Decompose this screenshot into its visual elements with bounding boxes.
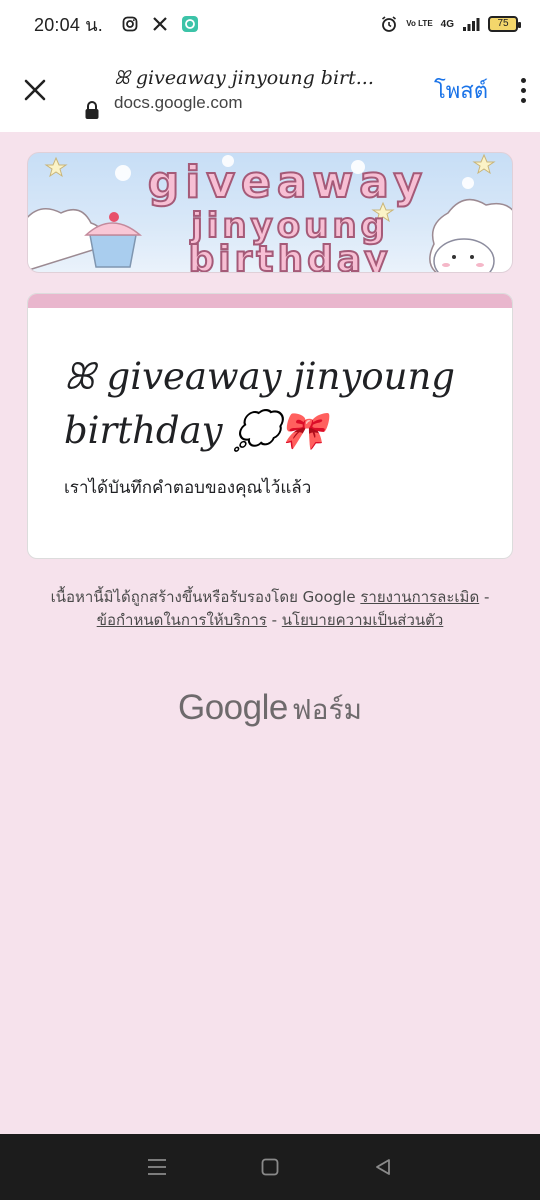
x-icon: [151, 15, 169, 33]
terms-link[interactable]: ข้อกำหนดในการให้บริการ: [97, 611, 267, 629]
app-icon: [181, 15, 199, 33]
form-title: ꕤ giveaway jinyoung birthday 💭🎀: [64, 355, 455, 452]
banner-line-3: birthday: [188, 239, 391, 273]
close-icon: [24, 79, 46, 101]
report-abuse-link[interactable]: รายงานการละเมิด: [360, 588, 479, 606]
close-button[interactable]: [0, 48, 70, 132]
google-forms-logo[interactable]: Google ฟอร์ม: [0, 688, 540, 732]
browser-header: ꕤ giveaway jinyoung birt... docs.google.…: [0, 48, 540, 132]
home-icon: [261, 1158, 279, 1176]
recents-icon: [147, 1159, 166, 1175]
form-banner-image: giveaway jinyoung birthday: [27, 152, 513, 273]
status-bar: 20:04 น. Vo LTE 4G 75: [0, 0, 540, 48]
home-button[interactable]: [258, 1155, 282, 1179]
confirmation-message: เราได้บันทึกคำตอบของคุณไว้แล้ว: [64, 478, 312, 498]
separator: -: [479, 588, 490, 606]
volte-indicator: Vo LTE: [406, 19, 433, 28]
lock-icon: [85, 101, 99, 119]
system-nav-bar: [0, 1134, 540, 1200]
notification-icons: [121, 15, 199, 33]
alarm-icon: [380, 15, 398, 33]
form-card: ꕤ giveaway jinyoung birthday 💭🎀 เราได้บั…: [27, 293, 513, 559]
page-title: ꕤ giveaway jinyoung birt...: [114, 67, 374, 89]
privacy-link[interactable]: นโยบายความเป็นส่วนตัว: [282, 611, 444, 629]
disclaimer-text: เนื้อหานี้มิได้ถูกสร้างขึ้นหรือรับรองโดย…: [50, 588, 356, 606]
signal-icon: [462, 15, 480, 33]
card-accent-bar: [28, 294, 512, 308]
forms-wordmark: ฟอร์ม: [291, 693, 362, 726]
google-wordmark: Google: [177, 688, 288, 727]
post-button[interactable]: โพสต์: [434, 73, 488, 108]
status-time: 20:04 น.: [34, 14, 103, 35]
recents-button[interactable]: [145, 1155, 169, 1179]
title-block: ꕤ giveaway jinyoung birt... docs.google.…: [70, 67, 434, 119]
back-button[interactable]: [371, 1155, 395, 1179]
back-icon: [376, 1159, 391, 1175]
banner-line-1: giveaway: [148, 157, 428, 208]
network-type: 4G: [440, 18, 454, 30]
battery-icon: 75: [488, 16, 521, 32]
more-vert-icon[interactable]: [506, 48, 540, 132]
page-url: docs.google.com: [114, 93, 243, 112]
separator: -: [266, 611, 282, 629]
instagram-icon: [121, 15, 139, 33]
footer-disclaimer: เนื้อหานี้มิได้ถูกสร้างขึ้นหรือรับรองโดย…: [40, 586, 500, 632]
system-icons: Vo LTE 4G 75: [380, 15, 521, 33]
